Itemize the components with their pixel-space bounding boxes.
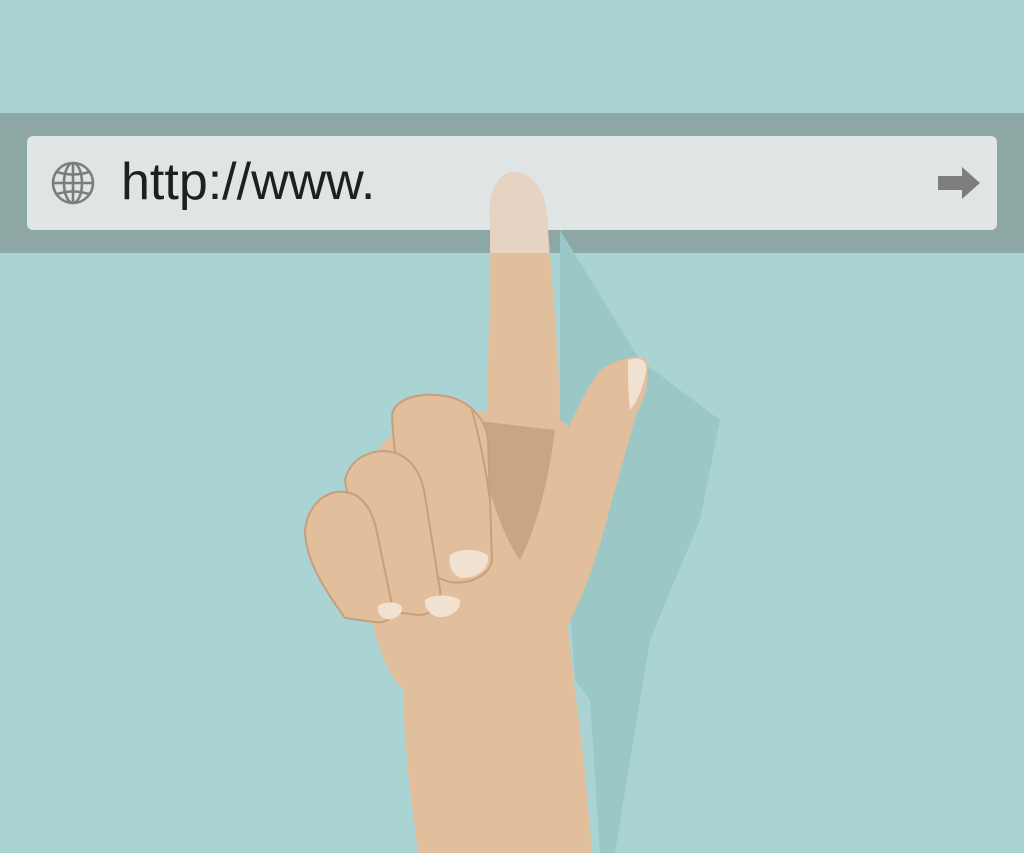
palm-shade	[470, 420, 555, 560]
little-finger-curl	[303, 490, 394, 624]
ring-nail	[424, 595, 461, 618]
middle-finger-curl	[390, 393, 494, 584]
thumb-nail	[628, 358, 647, 410]
ring-finger-curl	[343, 450, 442, 617]
globe-icon	[51, 161, 95, 205]
thumb	[530, 357, 648, 610]
wrist	[403, 560, 592, 853]
arrow-right-icon[interactable]	[936, 165, 982, 201]
palm	[370, 410, 587, 700]
hand-shadow	[560, 230, 720, 853]
knuckle-line	[471, 409, 491, 501]
browser-illustration: http://www.	[0, 0, 1024, 853]
address-bar-url-text: http://www.	[121, 153, 376, 211]
little-nail	[377, 602, 403, 620]
middle-nail	[449, 549, 489, 578]
